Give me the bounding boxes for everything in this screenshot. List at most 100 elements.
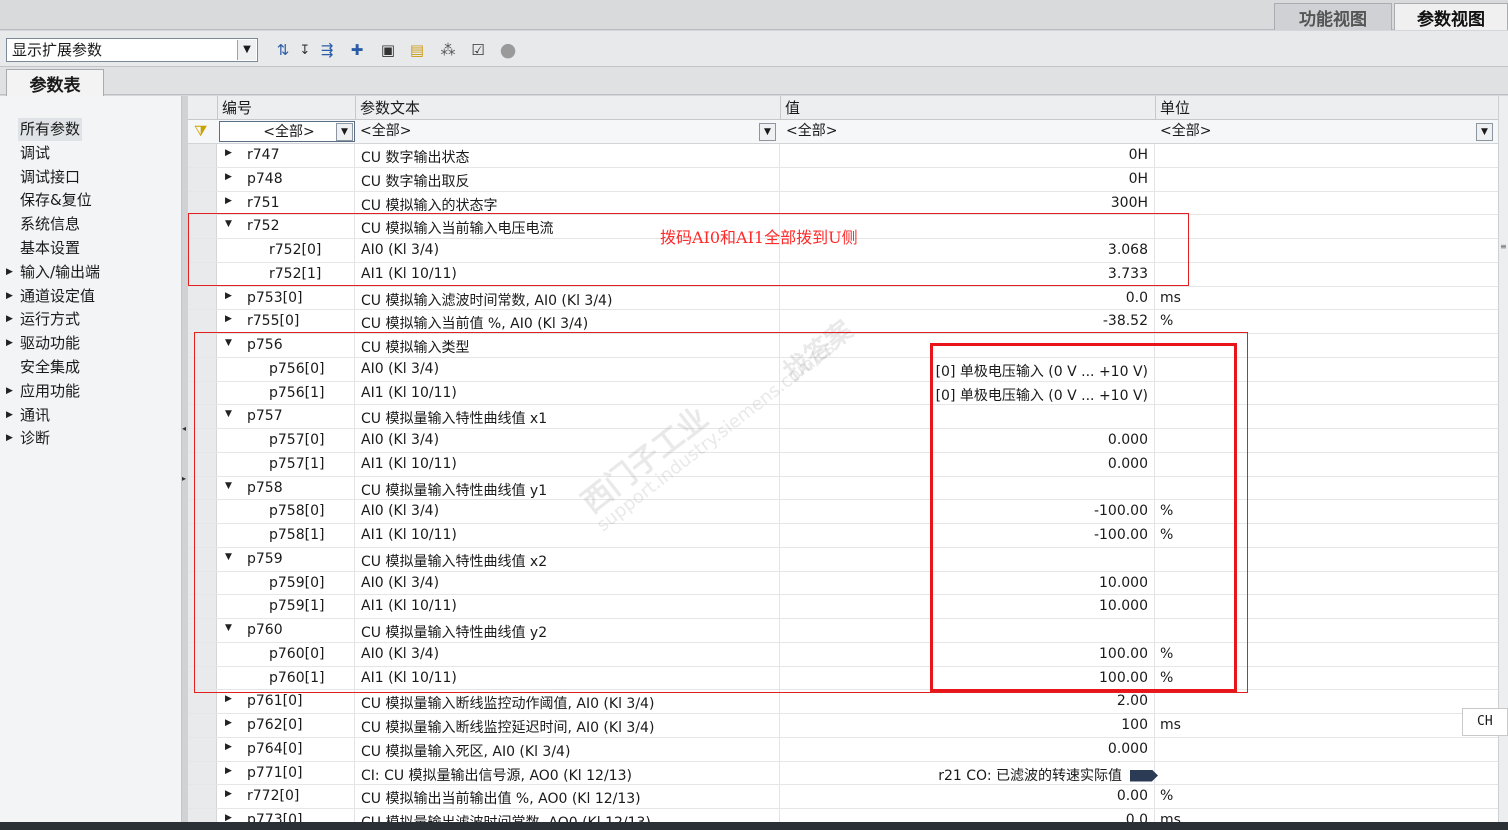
chevron-down-icon[interactable]: ▼ bbox=[1476, 123, 1493, 141]
param-value[interactable]: 0.00 bbox=[1117, 788, 1148, 804]
parameter-group-nav: 所有参数调试调试接口 保存&复位系统信息基本设置 ▶ 输入/输出端 ▶ 通道设定值 ▶ 运行方… bbox=[0, 96, 182, 826]
scroll-grip-icon[interactable]: ≡ bbox=[1500, 242, 1507, 251]
nav-item[interactable]: ▶ 应用功能 bbox=[0, 380, 180, 403]
open-icon[interactable]: ▤ bbox=[406, 39, 428, 61]
table-row[interactable]: ▶ r747 CU 数字输出状态 0H bbox=[188, 144, 1498, 168]
expand-arrow-icon[interactable]: ▶ bbox=[6, 380, 13, 403]
param-value[interactable]: 0.0 bbox=[1126, 290, 1148, 306]
column-header-text[interactable]: 参数文本 bbox=[355, 96, 780, 120]
param-number: p761[0] bbox=[247, 693, 303, 710]
filter-icon[interactable]: ⧩ bbox=[194, 122, 207, 140]
check-icon[interactable]: ☑ bbox=[467, 39, 489, 61]
expand-arrow-icon[interactable]: ▶ bbox=[225, 694, 232, 704]
nav-item[interactable]: ▶ 通道设定值 bbox=[0, 285, 180, 308]
param-text: CU 模拟量输入死区, AI0 (Kl 3/4) bbox=[361, 743, 571, 760]
param-value[interactable]: 2.00 bbox=[1117, 693, 1148, 709]
nav-item[interactable]: 调试 bbox=[0, 142, 180, 165]
column-header-number[interactable]: 编号 bbox=[217, 96, 355, 120]
status-icon[interactable]: ● bbox=[497, 39, 519, 61]
row-gutter[interactable] bbox=[188, 167, 217, 191]
row-gutter[interactable] bbox=[188, 310, 217, 333]
expand-arrow-icon[interactable]: ▶ bbox=[6, 308, 13, 331]
nav-item[interactable]: ▶ 通讯 bbox=[0, 404, 180, 427]
tab-function-view[interactable]: 功能视图 bbox=[1274, 3, 1392, 30]
row-gutter[interactable] bbox=[188, 690, 217, 713]
table-row[interactable]: ▶ r751 CU 模拟输入的状态字 300H bbox=[188, 191, 1498, 216]
sort-down-icon[interactable]: ↧ bbox=[294, 39, 316, 61]
expand-arrow-icon[interactable]: ▶ bbox=[225, 314, 232, 324]
param-value[interactable]: 0H bbox=[1129, 147, 1148, 163]
collapse-left-icon[interactable]: ◂ bbox=[182, 424, 187, 433]
row-gutter[interactable] bbox=[188, 191, 217, 215]
nav-item[interactable]: 安全集成 bbox=[0, 356, 180, 379]
column-header-value[interactable]: 值 bbox=[780, 96, 1155, 120]
nav-item[interactable]: 所有参数 bbox=[0, 118, 180, 141]
row-gutter[interactable] bbox=[188, 714, 217, 737]
row-gutter[interactable] bbox=[188, 286, 217, 310]
tab-parameter-view[interactable]: 参数视图 bbox=[1394, 3, 1508, 30]
nav-item[interactable]: ▶ 运行方式 bbox=[0, 308, 180, 331]
param-value[interactable]: 0H bbox=[1129, 171, 1148, 187]
filter-number[interactable]: <全部> bbox=[219, 121, 355, 142]
nav-item[interactable]: 保存&复位 bbox=[0, 189, 180, 212]
nav-item[interactable]: ▶ 驱动功能 bbox=[0, 332, 180, 355]
table-row[interactable]: ▶ p753[0] CU 模拟输入滤波时间常数, AI0 (Kl 3/4) 0.0 ms bbox=[188, 286, 1498, 311]
chevron-down-icon[interactable]: ▼ bbox=[759, 123, 776, 141]
chevron-down-icon[interactable]: ▼ bbox=[237, 40, 256, 60]
expand-arrow-icon[interactable]: ▶ bbox=[225, 718, 232, 728]
expand-arrow-icon[interactable]: ▶ bbox=[225, 196, 232, 206]
expand-arrow-icon[interactable]: ▶ bbox=[6, 404, 13, 427]
save-icon[interactable]: ▣ bbox=[377, 39, 399, 61]
param-value[interactable]: 0.000 bbox=[1108, 741, 1148, 757]
nav-item[interactable]: 基本设置 bbox=[0, 237, 180, 260]
row-gutter[interactable] bbox=[188, 761, 217, 785]
row-gutter[interactable] bbox=[188, 144, 217, 167]
param-value[interactable]: -38.52 bbox=[1103, 313, 1148, 329]
param-value[interactable]: r21 CO: 已滤波的转速实际值 bbox=[938, 765, 1158, 785]
filter-text[interactable]: <全部> bbox=[356, 121, 776, 142]
expand-arrow-icon[interactable]: ▶ bbox=[6, 285, 13, 308]
expand-right-icon[interactable]: ▸ bbox=[182, 474, 187, 483]
expand-arrow-icon[interactable]: ▶ bbox=[225, 742, 232, 752]
nav-item-label: 系统信息 bbox=[20, 215, 81, 234]
table-row[interactable]: ▶ p748 CU 数字输出取反 0H bbox=[188, 167, 1498, 192]
table-row[interactable]: ▶ p762[0] CU 模拟量输入断线监控延迟时间, AI0 (Kl 3/4) 10… bbox=[188, 714, 1498, 738]
row-gutter[interactable] bbox=[188, 785, 217, 808]
row-gutter[interactable] bbox=[188, 737, 217, 761]
compare-icon[interactable]: ⁂ bbox=[437, 39, 459, 61]
table-row[interactable]: ▶ r772[0] CU 模拟输出当前输出值 %, AO0 (Kl 12/13) 0.… bbox=[188, 785, 1498, 809]
table-row[interactable]: ▶ p764[0] CU 模拟量输入死区, AI0 (Kl 3/4) 0.000 bbox=[188, 737, 1498, 762]
param-value[interactable]: 300H bbox=[1111, 195, 1148, 211]
expand-arrow-icon[interactable]: ▶ bbox=[225, 789, 232, 799]
param-unit: % bbox=[1160, 313, 1174, 330]
import-icon[interactable]: ✚ bbox=[346, 39, 368, 61]
param-number: p762[0] bbox=[247, 717, 303, 733]
nav-item[interactable]: 调试接口 bbox=[0, 166, 180, 189]
nav-item[interactable]: ▶ 诊断 bbox=[0, 427, 180, 450]
column-header-unit[interactable]: 单位 bbox=[1155, 96, 1498, 120]
column-divider bbox=[354, 785, 355, 808]
expand-arrow-icon[interactable]: ▶ bbox=[6, 332, 13, 355]
param-value[interactable]: 100 bbox=[1121, 717, 1148, 733]
tab-parameter-table[interactable]: 参数表 bbox=[6, 69, 104, 96]
table-row[interactable]: ▶ p771[0] CI: CU 模拟量输出信号源, AO0 (Kl 12/13) r… bbox=[188, 761, 1498, 786]
connector-arrow-icon[interactable] bbox=[1130, 769, 1158, 782]
sort-icon[interactable]: ⇅ bbox=[272, 39, 294, 61]
filter-value[interactable]: <全部> bbox=[782, 121, 1152, 142]
export-icon[interactable]: ⇶ bbox=[316, 39, 338, 61]
ime-indicator[interactable]: CH bbox=[1462, 708, 1508, 736]
table-row[interactable]: ▶ p761[0] CU 模拟量输入断线监控动作阈值, AI0 (Kl 3/4) 2.… bbox=[188, 690, 1498, 714]
expand-arrow-icon[interactable]: ▶ bbox=[225, 148, 232, 158]
filter-unit[interactable]: <全部> bbox=[1156, 121, 1476, 142]
expand-arrow-icon[interactable]: ▶ bbox=[6, 261, 13, 284]
display-mode-select[interactable]: 显示扩展参数 ▼ bbox=[6, 38, 258, 62]
chevron-down-icon[interactable]: ▼ bbox=[336, 123, 353, 141]
expand-arrow-icon[interactable]: ▶ bbox=[225, 291, 232, 301]
expand-arrow-icon[interactable]: ▶ bbox=[225, 766, 232, 776]
nav-item[interactable]: 系统信息 bbox=[0, 213, 180, 236]
expand-arrow-icon[interactable]: ▶ bbox=[225, 172, 232, 182]
nav-item-label: 调试 bbox=[20, 143, 51, 162]
expand-arrow-icon[interactable]: ▶ bbox=[6, 427, 13, 450]
table-row[interactable]: ▶ r755[0] CU 模拟输入当前值 %, AI0 (Kl 3/4) -38.52… bbox=[188, 310, 1498, 334]
nav-item[interactable]: ▶ 输入/输出端 bbox=[0, 261, 180, 284]
